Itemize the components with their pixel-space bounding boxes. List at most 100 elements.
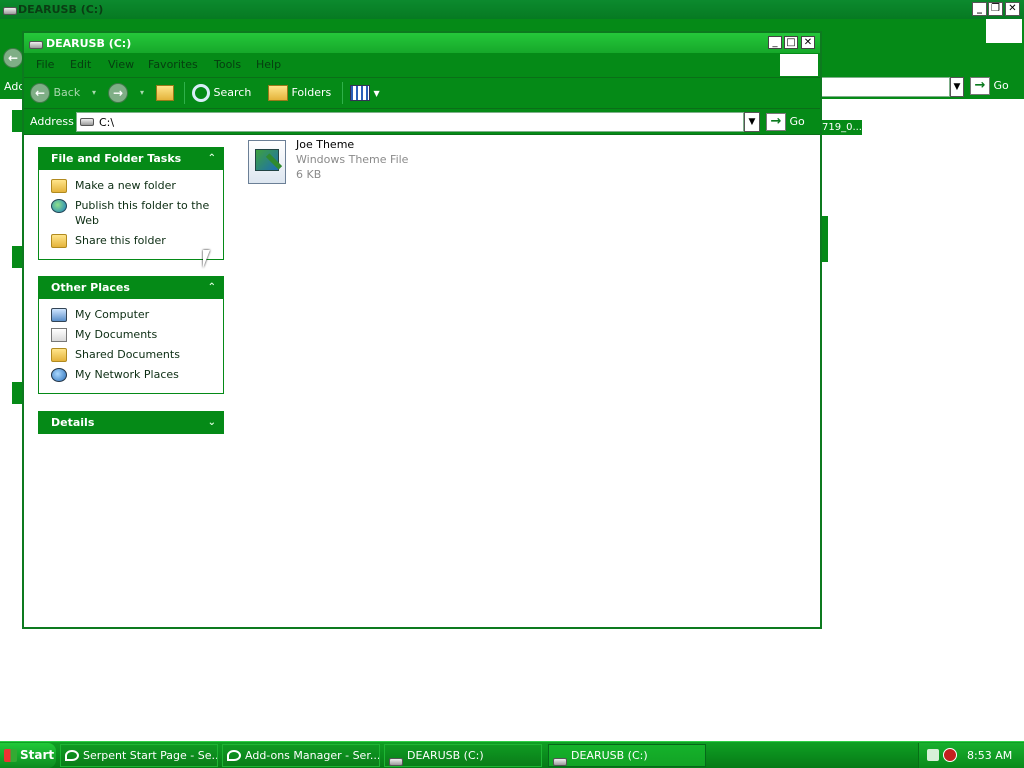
background-selected-item[interactable]: 719_0... (820, 120, 862, 135)
file-size: 6 KB (296, 168, 322, 181)
toolbar: ← Back ▾ → ▾ Search Folders ▼ (24, 77, 820, 108)
menu-favorites[interactable]: Favorites (148, 58, 198, 71)
background-panel-strip (12, 110, 22, 132)
address-value: C:\ (99, 116, 115, 129)
back-dropdown[interactable]: ▾ (92, 82, 96, 104)
go-arrow-icon: → (766, 113, 786, 131)
mouse-cursor-icon (203, 250, 217, 268)
details-panel: Details ⌄ (38, 411, 224, 434)
taskbar: Start Serpent Start Page - Se... Add-ons… (0, 741, 1024, 768)
shared-documents-icon (51, 348, 67, 362)
address-dropdown-button[interactable]: ▼ (950, 77, 964, 97)
address-field[interactable]: C:\ (76, 112, 744, 132)
task-share-folder[interactable]: Share this folder (51, 233, 217, 248)
back-arrow-icon[interactable]: ← (3, 48, 23, 68)
search-button[interactable]: Search (192, 82, 251, 104)
address-dropdown-button[interactable]: ▼ (744, 112, 760, 132)
menu-tools[interactable]: Tools (214, 58, 241, 71)
views-button[interactable]: ▼ (350, 82, 380, 104)
file-folder-tasks-header[interactable]: File and Folder Tasks ⌃ (38, 147, 224, 170)
drive-icon (553, 752, 567, 766)
back-button[interactable]: ← Back (30, 82, 80, 104)
other-places-header[interactable]: Other Places ⌃ (38, 276, 224, 299)
minimize-button[interactable]: _ (768, 36, 782, 49)
back-arrow-icon: ← (30, 83, 50, 103)
details-header[interactable]: Details ⌄ (38, 411, 224, 434)
place-my-documents[interactable]: My Documents (51, 327, 217, 342)
taskbar-button-dearusb-2[interactable]: DEARUSB (C:) (548, 744, 706, 767)
menu-bar: File Edit View Favorites Tools Help (24, 53, 820, 77)
security-alert-icon[interactable] (943, 748, 957, 762)
up-folder-icon (156, 85, 174, 101)
place-network-places[interactable]: My Network Places (51, 367, 217, 382)
expand-chevron-icon[interactable]: ⌄ (208, 411, 216, 434)
network-tray-icon[interactable] (927, 749, 939, 761)
network-places-icon (51, 368, 67, 382)
clock[interactable]: 8:53 AM (967, 749, 1012, 762)
file-type: Windows Theme File (296, 153, 409, 166)
file-item[interactable]: Joe Theme Windows Theme File 6 KB (248, 138, 468, 188)
theme-file-icon (248, 140, 286, 184)
my-documents-icon (51, 328, 67, 342)
up-folder-button[interactable] (156, 82, 174, 104)
windows-logo-icon (780, 54, 818, 76)
window-title: DEARUSB (C:) (46, 37, 132, 50)
menu-file[interactable]: File (36, 58, 54, 71)
background-go-button[interactable]: → Go (970, 77, 1022, 97)
drive-icon (389, 752, 403, 766)
serpent-browser-icon (65, 750, 79, 761)
close-button[interactable]: ✕ (1005, 2, 1020, 16)
menu-edit[interactable]: Edit (70, 58, 91, 71)
minimize-button[interactable]: _ (972, 2, 987, 16)
folders-icon (268, 85, 288, 101)
place-shared-documents[interactable]: Shared Documents (51, 347, 217, 362)
share-folder-icon (51, 234, 67, 248)
task-make-new-folder[interactable]: Make a new folder (51, 178, 217, 193)
views-dropdown-icon: ▼ (373, 89, 380, 98)
forward-button[interactable]: → (108, 82, 128, 104)
drive-icon (80, 118, 94, 126)
system-tray: 8:53 AM (918, 743, 1024, 768)
file-folder-tasks-list: Make a new folder Publish this folder to… (38, 170, 224, 260)
taskbar-button-dearusb-1[interactable]: DEARUSB (C:) (384, 744, 542, 767)
maximize-button[interactable]: □ (784, 36, 798, 49)
my-computer-icon (51, 308, 67, 322)
restore-button[interactable]: ❐ (988, 2, 1003, 16)
place-my-computer[interactable]: My Computer (51, 307, 217, 322)
background-address-field[interactable] (820, 77, 950, 97)
address-bar: Address C:\ ▼ → Go (24, 108, 820, 134)
new-folder-icon (51, 179, 67, 193)
title-bar[interactable]: DEARUSB (C:) _ □ ✕ (24, 33, 820, 53)
collapse-chevron-icon[interactable]: ⌃ (208, 147, 216, 170)
forward-dropdown[interactable]: ▾ (140, 82, 144, 104)
task-publish-to-web[interactable]: Publish this folder to the Web (51, 198, 217, 228)
folder-content-area[interactable]: File and Folder Tasks ⌃ Make a new folde… (24, 134, 820, 627)
drive-icon (3, 5, 17, 18)
explorer-window: DEARUSB (C:) _ □ ✕ File Edit View Favori… (22, 31, 822, 629)
file-folder-tasks-panel: File and Folder Tasks ⌃ Make a new folde… (38, 147, 224, 260)
go-arrow-icon: → (970, 77, 990, 95)
drive-icon (29, 39, 43, 52)
background-title-bar: DEARUSB (C:) _ ❐ ✕ (0, 0, 1024, 19)
menu-help[interactable]: Help (256, 58, 281, 71)
other-places-list: My Computer My Documents Shared Document… (38, 299, 224, 394)
address-label: Address (30, 115, 74, 128)
folders-button[interactable]: Folders (268, 82, 331, 104)
other-places-panel: Other Places ⌃ My Computer My Documents … (38, 276, 224, 394)
windows-flag-icon (4, 749, 17, 762)
file-name: Joe Theme (296, 138, 355, 151)
serpent-browser-icon (227, 750, 241, 761)
collapse-chevron-icon[interactable]: ⌃ (208, 276, 216, 299)
background-window-title: DEARUSB (C:) (18, 3, 104, 16)
close-button[interactable]: ✕ (801, 36, 815, 49)
toolbar-separator (184, 82, 185, 104)
publish-web-icon (51, 199, 67, 213)
go-button[interactable]: → Go (766, 112, 816, 132)
start-button[interactable]: Start (0, 743, 56, 768)
taskbar-button-serpent-start[interactable]: Serpent Start Page - Se... (60, 744, 218, 767)
background-panel-strip (12, 382, 22, 404)
views-icon (350, 85, 370, 101)
search-icon (192, 84, 210, 102)
taskbar-button-addons-manager[interactable]: Add-ons Manager - Ser... (222, 744, 380, 767)
menu-view[interactable]: View (108, 58, 134, 71)
